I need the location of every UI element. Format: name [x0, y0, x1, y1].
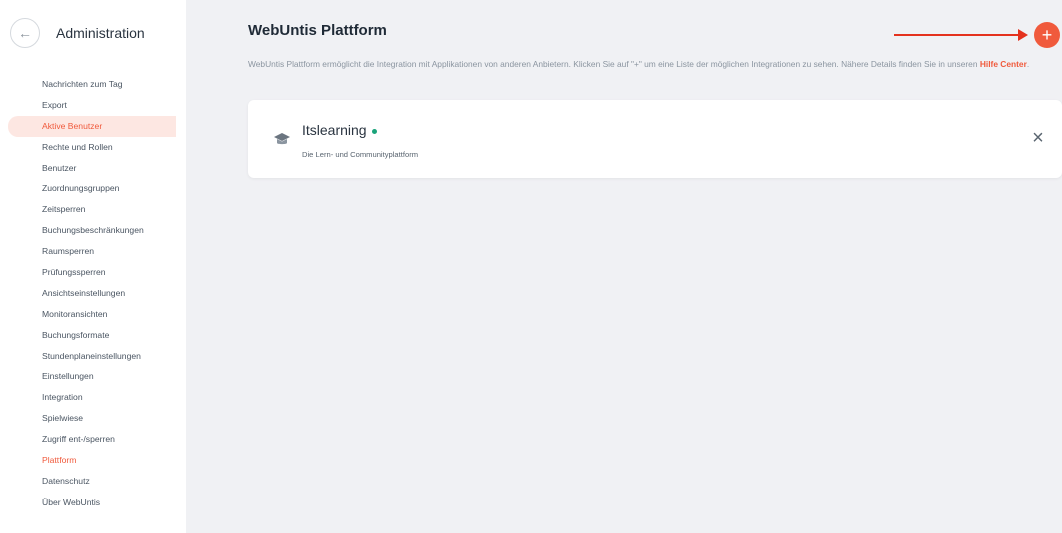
sidebar-item[interactable]: Raumsperren — [0, 241, 186, 262]
add-integration-button[interactable]: + — [1034, 22, 1060, 48]
plus-icon: + — [1041, 25, 1053, 45]
annotation-arrow-line — [894, 34, 1022, 36]
back-button[interactable]: ← — [10, 18, 40, 48]
sidebar-item[interactable]: Rechte und Rollen — [0, 137, 186, 158]
sidebar-item[interactable]: Nachrichten zum Tag — [0, 74, 186, 95]
integration-name-text: Itslearning — [302, 122, 367, 138]
status-dot — [371, 128, 377, 134]
sidebar: ← Administration Nachrichten zum Tag Expo… — [0, 0, 186, 533]
sidebar-item[interactable]: Spielwiese — [0, 408, 186, 429]
sidebar-menu: Nachrichten zum Tag Export Aktive Benutzer… — [0, 74, 186, 513]
sidebar-item[interactable]: Buchungsbeschränkungen — [0, 220, 186, 241]
sidebar-item[interactable]: Ansichtseinstellungen — [0, 283, 186, 304]
annotation-arrow-head — [1018, 29, 1028, 41]
sidebar-item[interactable]: Aktive Benutzer — [8, 115, 176, 137]
sidebar-item[interactable]: Stundenplaneinstellungen — [0, 346, 186, 367]
app: ← Administration Nachrichten zum Tag Expo… — [0, 0, 1062, 533]
integration-subtitle: Die Lern- und Communityplattform — [302, 150, 419, 159]
page-title: WebUntis Plattform — [248, 22, 387, 39]
integration-name: Itslearning — [302, 122, 377, 138]
sidebar-item[interactable]: Zugriff ent-/sperren — [0, 429, 186, 450]
help-center-link[interactable]: Hilfe Center — [980, 59, 1027, 69]
page-description: WebUntis Plattform ermöglicht die Integr… — [248, 58, 1048, 70]
sidebar-item[interactable]: Über WebUntis — [0, 492, 186, 513]
sidebar-item[interactable]: Datenschutz — [0, 471, 186, 492]
description-text: WebUntis Plattform ermöglicht die Integr… — [248, 59, 980, 69]
sidebar-item[interactable]: Zuordnungsgruppen — [0, 178, 186, 199]
integration-card[interactable]: Itslearning Die Lern- und Communityplatt… — [248, 100, 1062, 178]
close-icon: × — [1032, 127, 1044, 149]
description-end: . — [1026, 59, 1030, 69]
sidebar-title: Administration — [56, 25, 145, 41]
graduation-cap-icon — [274, 133, 290, 145]
sidebar-item[interactable]: Plattform — [0, 450, 186, 471]
sidebar-item[interactable]: Zeitsperren — [0, 199, 186, 220]
sidebar-item[interactable]: Prüfungssperren — [0, 262, 186, 283]
main-content: WebUntis Plattform WebUntis Plattform er… — [186, 0, 1062, 533]
sidebar-item[interactable]: Einstellungen — [0, 366, 186, 387]
sidebar-header: ← Administration — [10, 18, 145, 48]
remove-integration-button[interactable]: × — [1028, 128, 1048, 148]
sidebar-item[interactable]: Integration — [0, 387, 186, 408]
sidebar-item[interactable]: Export — [0, 95, 186, 116]
sidebar-item[interactable]: Benutzer — [0, 158, 186, 179]
arrow-left-icon: ← — [18, 25, 32, 41]
sidebar-item[interactable]: Buchungsformate — [0, 325, 186, 346]
sidebar-item[interactable]: Monitoransichten — [0, 304, 186, 325]
